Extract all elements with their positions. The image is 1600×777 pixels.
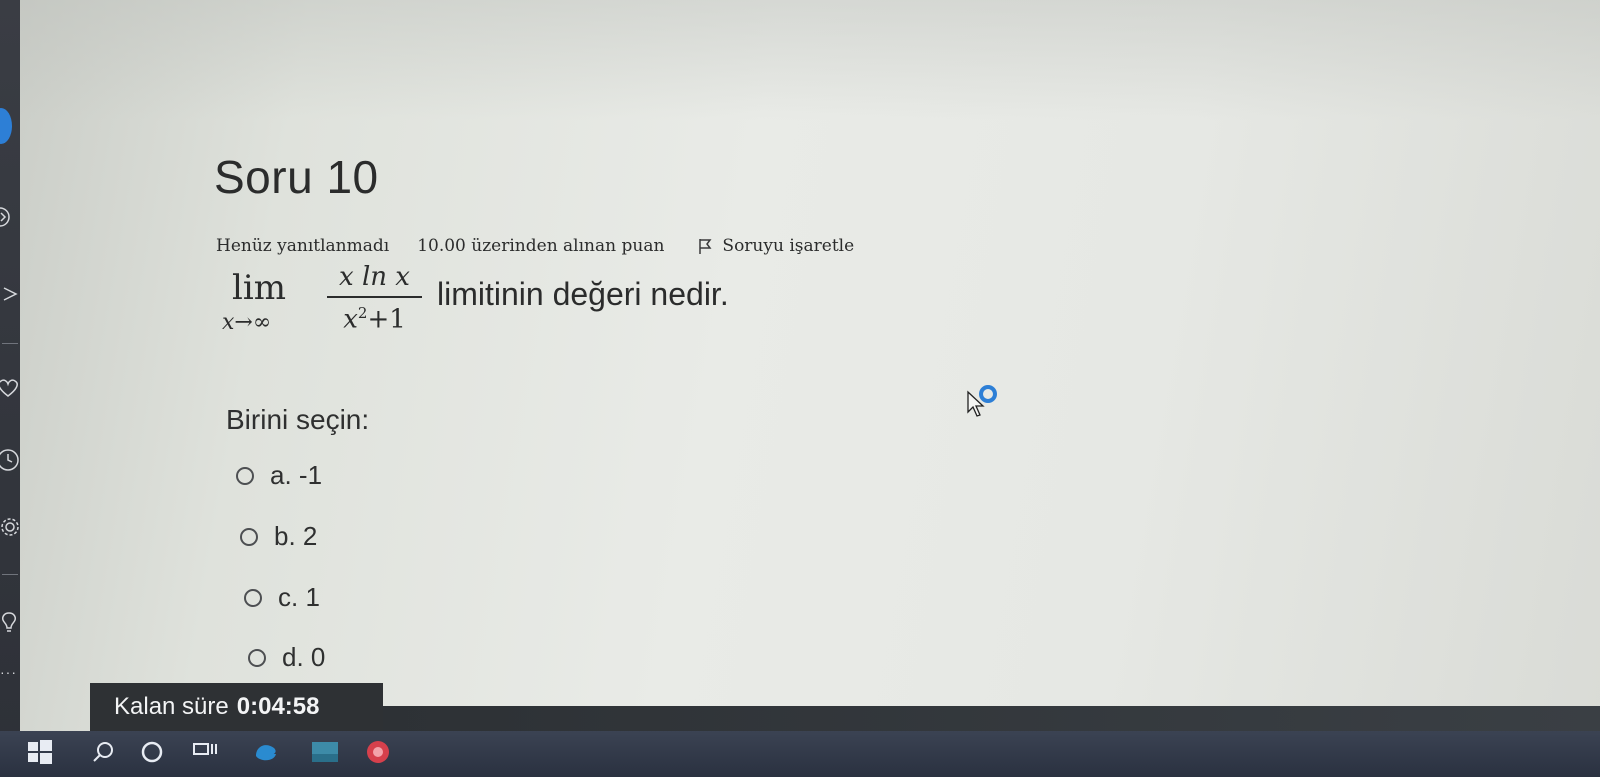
cortana-icon[interactable]: [140, 740, 164, 764]
option-a[interactable]: a. -1: [236, 460, 322, 491]
denominator-base: x: [343, 304, 358, 335]
taskbar: [0, 731, 1600, 777]
clock-icon[interactable]: [0, 448, 20, 477]
left-sidebar: ···: [0, 0, 20, 745]
screen-bottom-bezel: [383, 706, 1600, 731]
option-c[interactable]: c. 1: [244, 582, 320, 613]
lightbulb-icon[interactable]: [0, 610, 20, 639]
fraction: x ln x x2+1: [327, 262, 422, 335]
question-meta: Henüz yanıtlanmadı 10.00 üzerinden alına…: [216, 236, 854, 256]
answer-prompt: Birini seçin:: [226, 404, 370, 435]
option-label: a. -1: [270, 460, 323, 490]
gear-icon[interactable]: [0, 515, 20, 544]
radio-button[interactable]: [236, 466, 254, 485]
fraction-numerator: x ln x: [339, 262, 410, 292]
sidebar-divider: [2, 343, 18, 344]
option-label: b. 2: [274, 521, 318, 551]
radio-button[interactable]: [240, 527, 258, 546]
flag-question-link[interactable]: Soruyu işaretle: [696, 236, 854, 256]
question-text: limitinin değeri nedir.: [437, 276, 729, 312]
option-d[interactable]: d. 0: [248, 642, 325, 673]
sidebar-divider: [2, 574, 18, 575]
heart-icon[interactable]: [0, 378, 20, 405]
store-icon[interactable]: [310, 740, 340, 764]
flag-icon: [699, 239, 712, 254]
more-icon[interactable]: ···: [0, 664, 20, 680]
timer-value: 0:04:58: [236, 693, 320, 720]
time-remaining-badge: Kalan süre 0:04:58: [90, 683, 383, 731]
task-view-icon[interactable]: [192, 740, 218, 764]
fraction-denominator: x2+1: [327, 304, 422, 335]
question-status: Henüz yanıtlanmadı: [216, 236, 390, 256]
radio-button[interactable]: [248, 648, 266, 667]
option-b[interactable]: b. 2: [240, 521, 317, 552]
edge-icon[interactable]: [252, 740, 280, 764]
background-band: [0, 0, 1600, 120]
chevron-right-icon[interactable]: [0, 205, 20, 234]
question-points: 10.00 üzerinden alınan puan: [417, 236, 665, 256]
denominator-exponent: 2: [357, 304, 368, 322]
limit-operator: lim: [232, 268, 286, 308]
question-title: Soru 10: [214, 151, 379, 203]
denominator-rest: +1: [367, 304, 406, 335]
search-icon[interactable]: [92, 740, 116, 764]
app-icon[interactable]: [366, 740, 390, 764]
radio-button[interactable]: [244, 588, 262, 607]
limit-subscript: x→∞: [222, 310, 272, 335]
busy-cursor-icon: [967, 385, 997, 417]
option-label: d. 0: [282, 642, 326, 672]
chevron-right-icon[interactable]: [0, 284, 20, 309]
windows-start-icon[interactable]: [28, 740, 52, 764]
timer-label: Kalan süre: [114, 693, 229, 720]
flag-question-label: Soruyu işaretle: [722, 236, 855, 256]
sidebar-blue-dot[interactable]: [0, 108, 12, 144]
option-label: c. 1: [278, 582, 320, 612]
fraction-bar: [327, 296, 422, 298]
